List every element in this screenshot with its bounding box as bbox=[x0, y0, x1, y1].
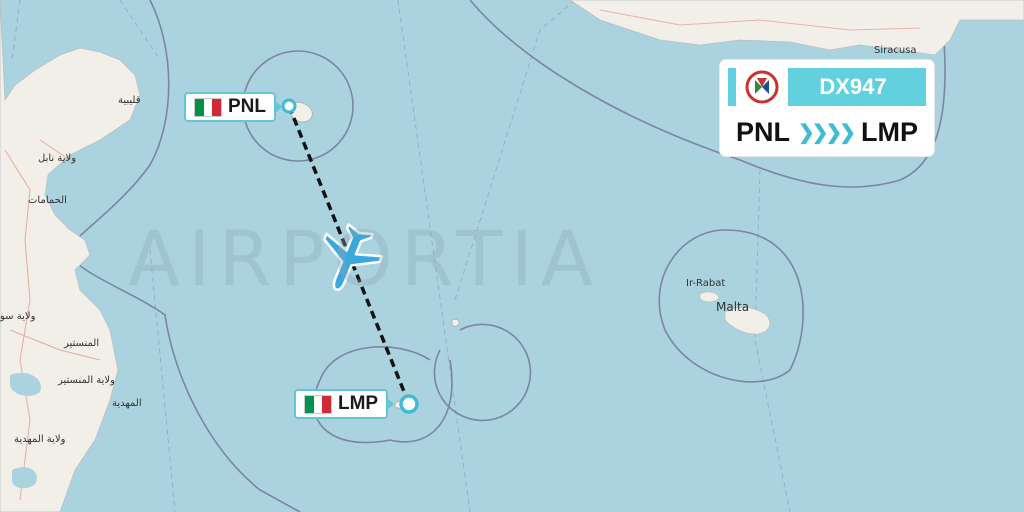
origin-airport-marker bbox=[281, 98, 297, 114]
destination-airport-label[interactable]: LMP bbox=[294, 389, 389, 419]
route-arrows-icon: ❯❯❯❯ bbox=[797, 121, 856, 144]
place-label-malta: Malta bbox=[716, 300, 750, 314]
destination-airport-code: LMP bbox=[338, 393, 379, 414]
italy-flag-icon bbox=[304, 394, 332, 414]
place-label-mahdia-gov: ولاية المهدية bbox=[14, 434, 66, 445]
origin-airport-label[interactable]: PNL bbox=[184, 92, 276, 122]
flight-number: DX947 bbox=[819, 74, 887, 99]
route-origin-code: PNL bbox=[735, 116, 790, 147]
place-label-siracusa: Siracusa bbox=[874, 45, 917, 56]
sicily-land bbox=[569, 0, 1024, 56]
place-label-monastir-gov: ولاية المنستير bbox=[58, 375, 115, 386]
origin-airport-code: PNL bbox=[228, 96, 266, 117]
linosa-island bbox=[451, 318, 460, 327]
sebkha-lake-2 bbox=[12, 467, 37, 489]
place-label-monastir: المنستير bbox=[64, 338, 100, 349]
place-label-nabeul: ولاية نابل bbox=[38, 153, 77, 164]
flight-info-card[interactable]: DX947 PNL ❯❯❯❯ LMP bbox=[720, 60, 934, 156]
italy-flag-icon bbox=[194, 97, 222, 117]
flight-route: PNL ❯❯❯❯ LMP bbox=[720, 112, 934, 152]
airportia-watermark: AIRPORTIA bbox=[128, 214, 601, 303]
place-label-kelibia: قليبية bbox=[118, 95, 141, 106]
place-label-mahdia: المهدية bbox=[112, 398, 142, 409]
place-label-ir-rabat: Ir-Rabat bbox=[686, 278, 726, 289]
route-destination-code: LMP bbox=[861, 116, 919, 147]
place-label-hammamet: الحمامات bbox=[28, 195, 67, 206]
place-label-sousse: ولاية سو bbox=[0, 311, 36, 322]
destination-airport-marker bbox=[399, 394, 419, 414]
